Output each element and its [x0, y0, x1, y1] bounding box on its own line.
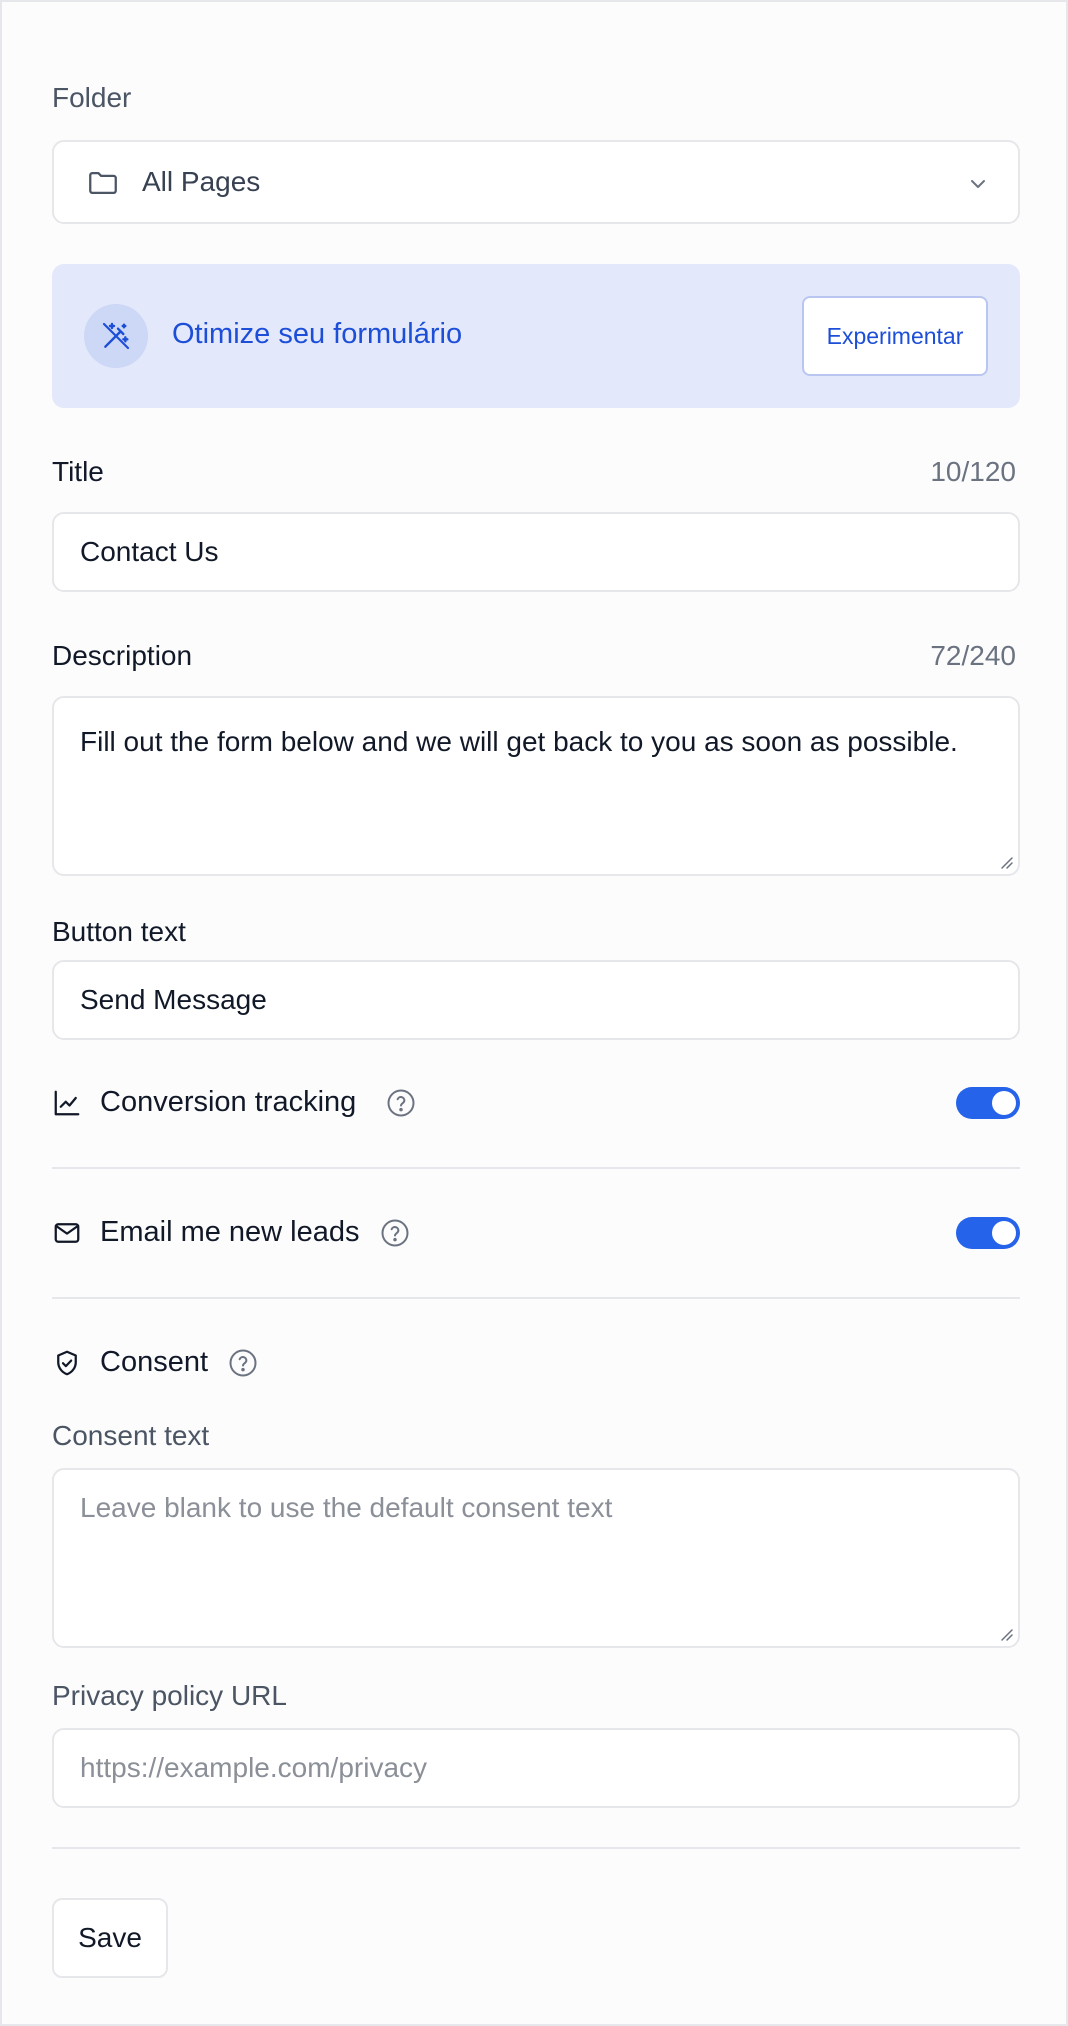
conversion-tracking-toggle[interactable] — [956, 1087, 1020, 1119]
email-leads-label: Email me new leads — [100, 1216, 360, 1248]
save-button[interactable]: Save — [52, 1898, 168, 1978]
form-settings-panel: Folder All Pages Otimize seu formulário … — [0, 0, 1068, 2026]
consent-heading: Consent — [100, 1346, 209, 1378]
button-text-value: Send Message — [80, 984, 267, 1015]
button-text-input[interactable]: Send Message — [52, 960, 1020, 1040]
title-input-value: Contact Us — [80, 536, 219, 567]
toggle-knob — [992, 1221, 1016, 1245]
consent-text-placeholder: Leave blank to use the default consent t… — [80, 1492, 613, 1523]
shield-check-icon — [52, 1348, 82, 1378]
description-label: Description — [52, 640, 193, 671]
folder-label: Folder — [52, 82, 132, 113]
help-icon[interactable] — [386, 1088, 416, 1118]
folder-select[interactable]: All Pages — [52, 140, 1020, 224]
consent-text-textarea[interactable]: Leave blank to use the default consent t… — [52, 1468, 1020, 1648]
description-textarea[interactable]: Fill out the form below and we will get … — [52, 696, 1020, 876]
help-icon[interactable] — [380, 1218, 410, 1248]
optimize-banner-text: Otimize seu formulário — [172, 318, 463, 350]
divider — [52, 1167, 1020, 1169]
privacy-url-label: Privacy policy URL — [52, 1680, 287, 1711]
folder-selected-value: All Pages — [142, 166, 261, 197]
consent-text-label: Consent text — [52, 1420, 210, 1451]
divider — [52, 1297, 1020, 1299]
chevron-down-icon — [966, 172, 990, 196]
title-label: Title — [52, 456, 104, 487]
resize-handle-icon[interactable] — [998, 854, 1014, 870]
privacy-url-placeholder: https://example.com/privacy — [80, 1752, 428, 1783]
toggle-knob — [992, 1091, 1016, 1115]
privacy-url-input[interactable]: https://example.com/privacy — [52, 1728, 1020, 1808]
try-button[interactable]: Experimentar — [802, 296, 988, 376]
button-text-label: Button text — [52, 916, 186, 947]
folder-icon — [86, 166, 120, 200]
description-value: Fill out the form below and we will get … — [80, 726, 958, 757]
help-icon[interactable] — [228, 1348, 258, 1378]
resize-handle-icon[interactable] — [998, 1626, 1014, 1642]
conversion-tracking-label: Conversion tracking — [100, 1086, 357, 1118]
divider — [52, 1847, 1020, 1849]
magic-wand-icon — [84, 304, 148, 368]
title-input[interactable]: Contact Us — [52, 512, 1020, 592]
optimize-banner: Otimize seu formulário Experimentar — [52, 264, 1020, 408]
mail-icon — [52, 1218, 82, 1248]
email-leads-toggle[interactable] — [956, 1217, 1020, 1249]
description-counter: 72/240 — [930, 640, 1016, 671]
chart-line-icon — [52, 1088, 82, 1118]
title-counter: 10/120 — [930, 456, 1016, 487]
